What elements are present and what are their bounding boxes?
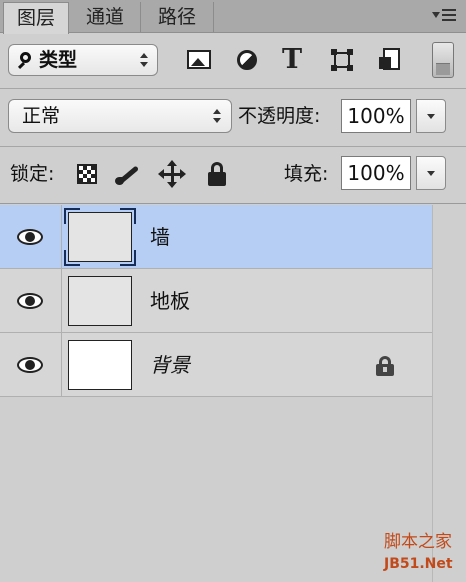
layers-list: 墙 地板 背景: [0, 205, 432, 397]
filter-kind-label: 类型: [39, 49, 78, 71]
fill-label: 填充:: [284, 163, 329, 185]
eye-icon: [17, 357, 43, 373]
layer-name[interactable]: 地板: [150, 289, 190, 313]
layer-row[interactable]: 地板: [0, 269, 432, 333]
blend-mode-select[interactable]: 正常: [8, 99, 232, 133]
divider: [0, 146, 466, 147]
visibility-toggle[interactable]: [0, 333, 62, 396]
filter-toggle-switch[interactable]: [432, 42, 454, 78]
fill-input[interactable]: 100%: [341, 156, 411, 190]
visibility-toggle[interactable]: [0, 269, 62, 332]
panel-menu-icon[interactable]: [432, 5, 458, 27]
fill-dropdown-button[interactable]: [416, 156, 446, 190]
tab-paths[interactable]: 路径: [141, 2, 214, 32]
layer-row[interactable]: 背景: [0, 333, 432, 397]
eye-icon: [17, 229, 43, 245]
watermark-url: JB51.Net: [384, 556, 453, 572]
adjustment-layer-filter-icon[interactable]: [233, 44, 263, 76]
shape-layer-filter-icon[interactable]: [329, 44, 359, 76]
tab-channels[interactable]: 通道: [70, 2, 141, 32]
opacity-dropdown-button[interactable]: [416, 99, 446, 133]
scrollbar-track[interactable]: [432, 205, 466, 582]
lock-transparent-pixels-icon[interactable]: [74, 160, 100, 188]
layer-name[interactable]: 背景: [150, 353, 190, 377]
lock-position-icon[interactable]: [158, 160, 186, 188]
panel-tab-bar: 图层 通道 路径: [0, 0, 466, 34]
blend-mode-value: 正常: [22, 105, 61, 127]
pixel-layer-filter-icon[interactable]: [185, 44, 215, 76]
opacity-label: 不透明度:: [238, 105, 321, 127]
opacity-input[interactable]: 100%: [341, 99, 411, 133]
filter-kind-select[interactable]: 类型: [8, 44, 158, 76]
layer-row[interactable]: 墙: [0, 205, 432, 269]
tab-layers[interactable]: 图层: [3, 2, 69, 34]
layer-thumbnail: [68, 340, 132, 390]
layer-name[interactable]: 墙: [150, 225, 170, 249]
divider: [0, 203, 466, 204]
updown-arrows-icon: [140, 52, 148, 68]
lock-all-icon[interactable]: [204, 160, 230, 188]
eye-icon: [17, 293, 43, 309]
updown-arrows-icon: [213, 108, 221, 124]
visibility-toggle[interactable]: [0, 205, 62, 268]
divider: [0, 88, 466, 89]
layer-lock-icon: [375, 356, 395, 376]
layer-thumbnail: [68, 276, 132, 326]
type-layer-filter-icon[interactable]: T: [279, 44, 309, 76]
thumbnail-selection-brackets: [64, 208, 136, 266]
smart-object-filter-icon[interactable]: [376, 44, 406, 76]
lock-label: 锁定:: [10, 163, 55, 185]
lock-image-pixels-icon[interactable]: [114, 160, 140, 188]
search-icon: [20, 52, 31, 63]
watermark-text: 脚本之家: [384, 532, 452, 552]
